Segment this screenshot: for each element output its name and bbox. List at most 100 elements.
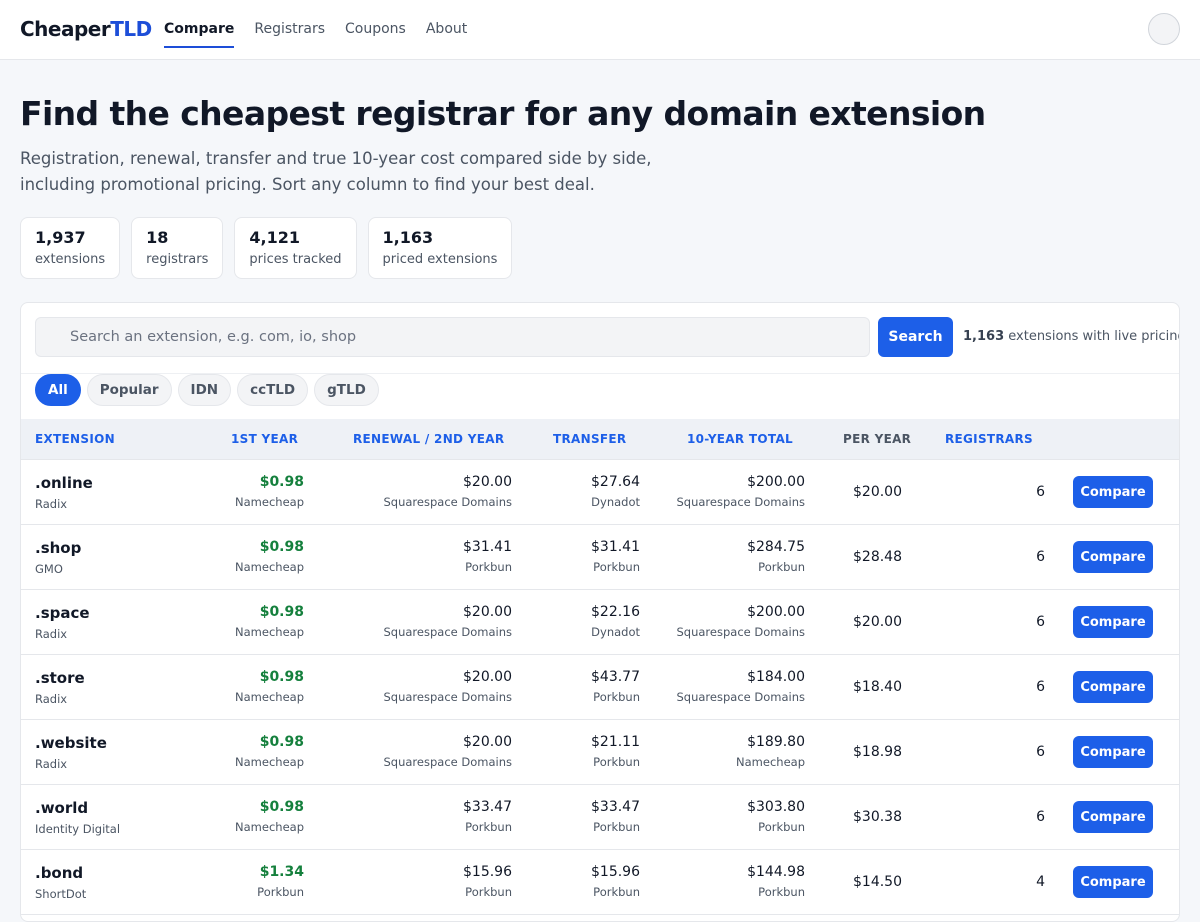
col-renewal[interactable]: RENEWAL / 2ND YEAR [353, 419, 504, 459]
ten-year-cell: $144.98 Porkbun [747, 864, 805, 899]
col-per-year[interactable]: PER YEAR [843, 419, 911, 459]
table-header: EXTENSION 1ST YEAR RENEWAL / 2ND YEAR TR… [21, 419, 1179, 460]
first-year-cell: $0.98 Namecheap [235, 604, 304, 639]
table-row[interactable]: .website Radix $0.98 Namecheap $20.00 Squares… [21, 720, 1179, 785]
transfer-cell: $31.41 Porkbun [591, 539, 640, 574]
ten-year-price: $144.98 [747, 864, 805, 880]
transfer-cell: $15.96 Porkbun [591, 864, 640, 899]
compare-button[interactable]: Compare [1073, 606, 1153, 638]
table-row[interactable]: .space Radix $0.98 Namecheap $20.00 Squarespa… [21, 590, 1179, 655]
ten-year-cell: $184.00 Squarespace Domains [677, 669, 806, 704]
filter-cctld[interactable]: ccTLD [237, 374, 309, 406]
stat-value: 1,937 [35, 228, 86, 247]
subtitle-line-1: Registration, renewal, transfer and true… [20, 149, 652, 168]
stat-value: 4,121 [249, 228, 300, 247]
extension-cell: .store Radix [35, 669, 85, 706]
col-registrars[interactable]: REGISTRARS [945, 419, 1033, 459]
top-navigation-bar: CheaperTLD Compare Registrars Coupons Ab… [0, 0, 1200, 60]
renewal-registrar: Porkbun [465, 560, 512, 574]
transfer-registrar: Dynadot [591, 495, 640, 509]
compare-button[interactable]: Compare [1073, 866, 1153, 898]
renewal-registrar: Squarespace Domains [383, 495, 513, 509]
renewal-cell: $15.96 Porkbun [463, 864, 512, 899]
nav-about[interactable]: About [426, 0, 467, 60]
registry-name: Radix [35, 757, 68, 771]
stat-label: registrars [146, 252, 209, 267]
transfer-registrar: Porkbun [593, 885, 640, 899]
ten-year-price: $200.00 [747, 604, 805, 620]
compare-button[interactable]: Compare [1073, 541, 1153, 573]
user-avatar[interactable] [1148, 13, 1180, 45]
search-input[interactable] [35, 317, 870, 357]
extension-name[interactable]: .bond [35, 864, 86, 882]
pricing-table-card: Search 1,163 extensions with live pricin… [20, 302, 1180, 922]
table-row[interactable]: .shop GMO $0.98 Namecheap $31.41 Porkbun $31.4… [21, 525, 1179, 590]
extension-name[interactable]: .online [35, 474, 93, 492]
table-row[interactable]: .store Radix $0.98 Namecheap $20.00 Squarespa… [21, 655, 1179, 720]
compare-button[interactable]: Compare [1073, 476, 1153, 508]
nav-registrars[interactable]: Registrars [254, 0, 325, 60]
first-year-registrar: Porkbun [257, 885, 304, 899]
search-row: Search 1,163 extensions with live pricin… [35, 317, 1179, 357]
registrar-count: 4 [1036, 874, 1045, 890]
first-year-price: $0.98 [259, 604, 304, 620]
extension-name[interactable]: .world [35, 799, 120, 817]
filter-all[interactable]: All [35, 374, 81, 406]
per-year-price: $14.50 [853, 874, 902, 890]
first-year-cell: $0.98 Namecheap [235, 669, 304, 704]
table-row[interactable]: .bond ShortDot $1.34 Porkbun $15.96 Porkbun $1… [21, 850, 1179, 915]
compare-button[interactable]: Compare [1073, 736, 1153, 768]
extension-name[interactable]: .store [35, 669, 85, 687]
search-button[interactable]: Search [878, 317, 953, 357]
registry-name: GMO [35, 562, 63, 576]
renewal-cell: $20.00 Squarespace Domains [384, 474, 513, 509]
extension-name[interactable]: .website [35, 734, 107, 752]
first-year-registrar: Namecheap [235, 820, 304, 834]
stats-row: 1,937 extensions 18 registrars 4,121 pri… [20, 217, 523, 279]
col-transfer[interactable]: TRANSFER [553, 419, 626, 459]
ten-year-registrar: Squarespace Domains [676, 690, 806, 704]
ten-year-cell: $200.00 Squarespace Domains [677, 604, 806, 639]
ten-year-price: $303.80 [747, 799, 805, 815]
stat-value: 1,163 [382, 228, 434, 247]
logo-text-tld: TLD [110, 17, 152, 41]
first-year-price: $0.98 [259, 539, 304, 555]
ten-year-price: $184.00 [747, 669, 805, 685]
renewal-price: $31.41 [463, 539, 512, 555]
compare-button[interactable]: Compare [1073, 671, 1153, 703]
live-count-text: extensions with live pricing [1004, 329, 1180, 344]
per-year-price: $28.48 [853, 549, 902, 565]
ten-year-cell: $303.80 Porkbun [747, 799, 805, 834]
extension-name[interactable]: .shop [35, 539, 81, 557]
transfer-registrar: Porkbun [593, 560, 640, 574]
extension-name[interactable]: .space [35, 604, 90, 622]
filter-idn[interactable]: IDN [177, 374, 232, 406]
per-year-price: $20.00 [853, 614, 902, 630]
col-first-year[interactable]: 1ST YEAR [231, 419, 298, 459]
filter-gtld[interactable]: gTLD [314, 374, 379, 406]
site-logo[interactable]: CheaperTLD [20, 17, 152, 41]
registrar-count: 6 [1036, 744, 1045, 760]
filter-popular[interactable]: Popular [86, 374, 172, 406]
col-ten-year-total[interactable]: 10-YEAR TOTAL [687, 419, 793, 459]
table-row[interactable]: .online Radix $0.98 Namecheap $20.00 Squaresp… [21, 460, 1179, 525]
nav-compare[interactable]: Compare [164, 0, 235, 60]
table-row[interactable]: .world Identity Digital $0.98 Namecheap $33.… [21, 785, 1179, 850]
stat-extensions: 1,937 extensions [20, 217, 121, 279]
stat-label: extensions [35, 252, 106, 267]
ten-year-price: $200.00 [747, 474, 805, 490]
compare-button[interactable]: Compare [1073, 801, 1153, 833]
first-year-price: $1.34 [259, 864, 304, 880]
extension-cell: .bond ShortDot [35, 864, 86, 901]
first-year-registrar: Namecheap [235, 560, 304, 574]
live-count-value: 1,163 [963, 329, 1005, 344]
page-title: Find the cheapest registrar for any doma… [20, 94, 986, 133]
renewal-price: $15.96 [463, 864, 512, 880]
nav-coupons[interactable]: Coupons [345, 0, 406, 60]
renewal-registrar: Squarespace Domains [383, 690, 513, 704]
col-extension[interactable]: EXTENSION [35, 419, 115, 459]
transfer-price: $31.41 [591, 539, 640, 555]
registry-name: ShortDot [35, 887, 87, 901]
ten-year-price: $189.80 [747, 734, 805, 750]
stat-prices-tracked: 4,121 prices tracked [234, 217, 357, 279]
